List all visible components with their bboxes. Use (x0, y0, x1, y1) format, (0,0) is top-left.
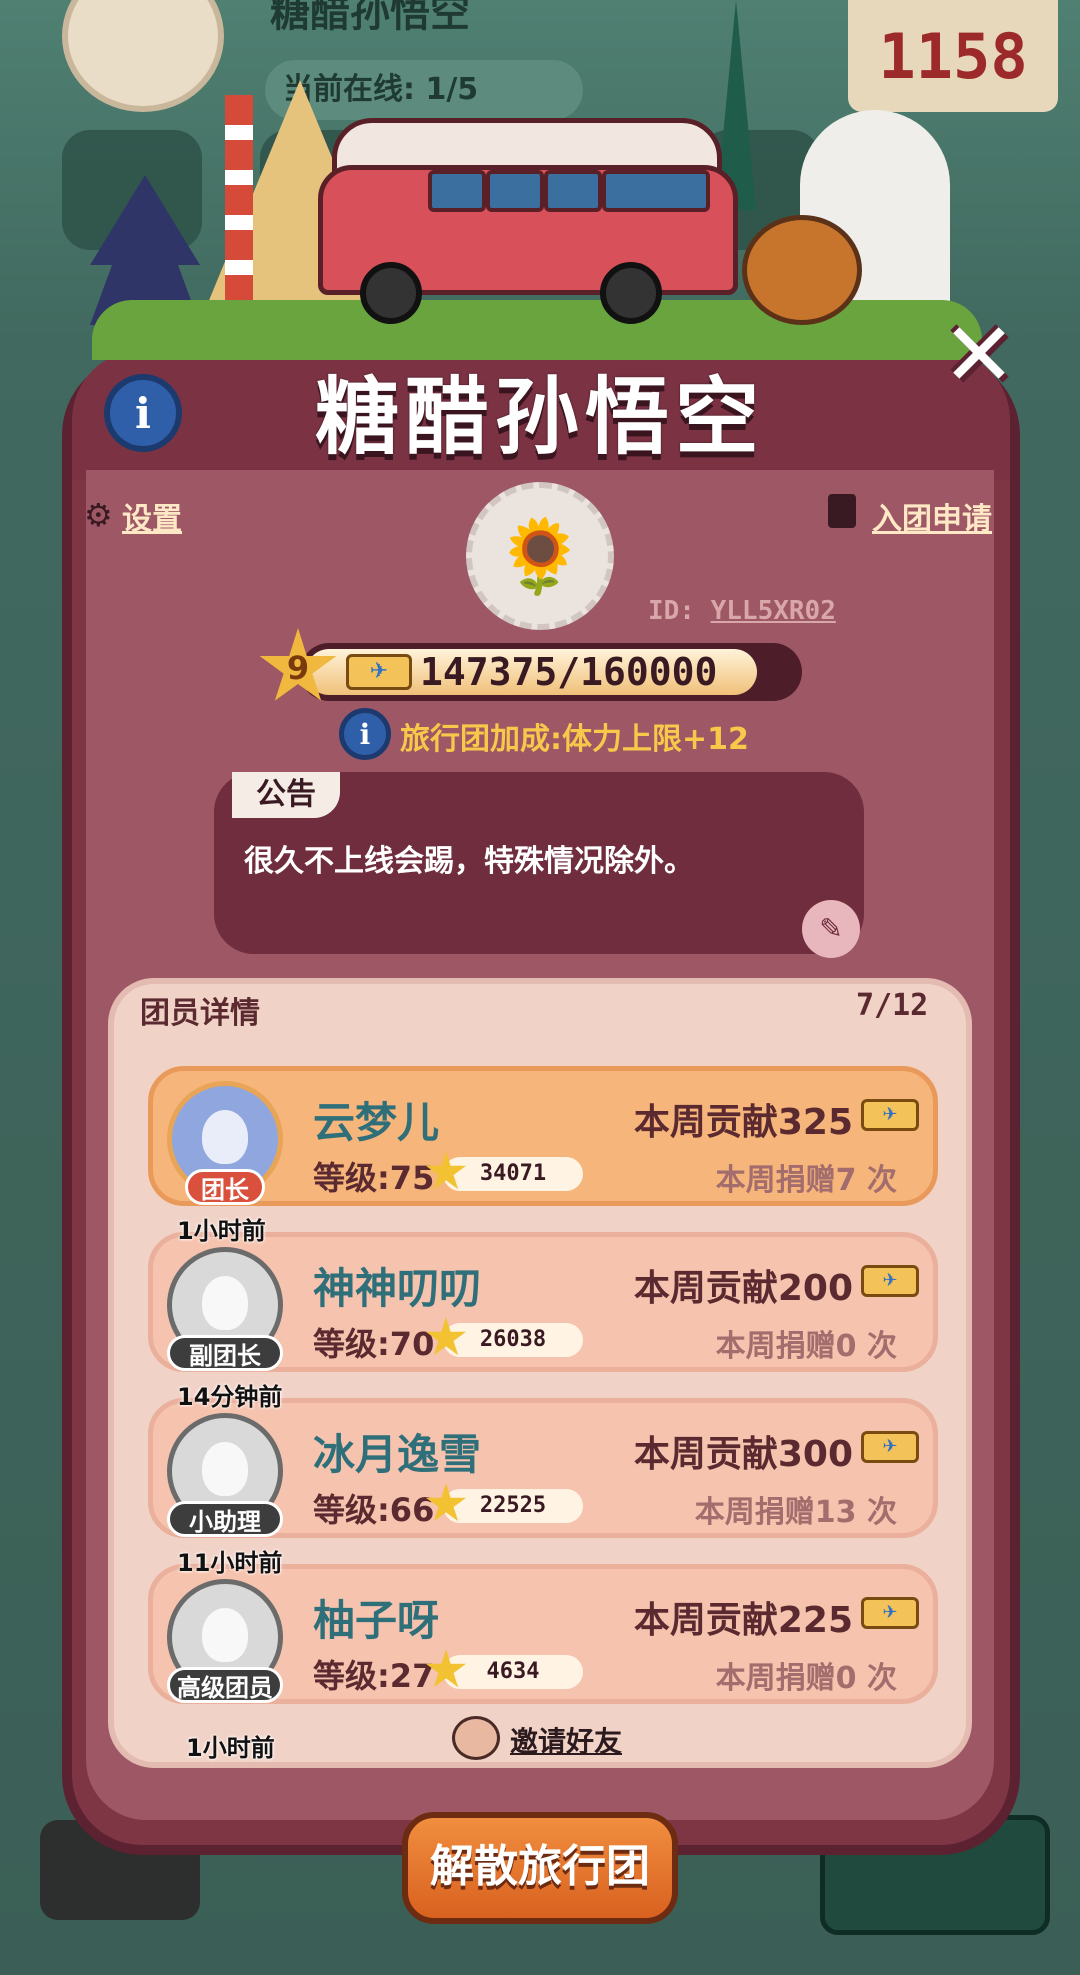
team-emblem-sunflower: 🌻 (466, 482, 614, 630)
van-window (602, 170, 710, 212)
member-row[interactable]: 高级团员 11小时前柚子呀等级:27 4634 本周贡献225 ✈ 本周捐赠0 次 (148, 1549, 938, 1704)
team-id-label: ID: (648, 596, 695, 626)
member-weekly-contribution: 本周贡献200 (633, 1268, 853, 1309)
members-title: 团员详情 (140, 996, 260, 1031)
member-name: 柚子呀 (313, 1596, 440, 1645)
member-level: 等级:75 (313, 1159, 435, 1197)
member-score: 34071 (443, 1157, 583, 1191)
avatar-face (202, 1442, 248, 1496)
member-last-seen: 1小时前 (177, 1217, 266, 1245)
disband-team-button[interactable]: 解散旅行团 (402, 1812, 678, 1924)
member-weekly-donation: 本周捐赠0 次 (715, 1329, 897, 1364)
info-icon[interactable]: i (104, 374, 182, 452)
avatar-face (202, 1110, 248, 1164)
member-row[interactable]: 团长 云梦儿等级:75 34071 本周贡献325 ✈ 本周捐赠7 次 (148, 1066, 938, 1206)
member-role-badge: 高级团员 (167, 1667, 283, 1703)
join-requests-link[interactable]: 入团申请 (872, 494, 992, 538)
member-name: 云梦儿 (313, 1098, 440, 1147)
avatar-face (202, 1608, 248, 1662)
tokyo-tower-illustration (225, 95, 253, 305)
van-window (486, 170, 544, 212)
member-score: 4634 (443, 1655, 583, 1689)
plane-ticket-icon: ✈ (861, 1597, 919, 1629)
member-level: 等级:66 (313, 1491, 435, 1529)
document-edit-icon[interactable] (828, 494, 856, 528)
van-wheel (600, 262, 662, 324)
member-weekly-contribution: 本周贡献325 (633, 1102, 853, 1143)
member-role-badge: 团长 (185, 1169, 265, 1205)
plane-ticket-icon: ✈ (861, 1265, 919, 1297)
team-progress-text: 147375/160000 (420, 650, 718, 694)
close-icon[interactable]: ✕ (936, 311, 1022, 399)
member-role-badge: 副团长 (167, 1335, 283, 1371)
announcement-tab: 公告 (232, 772, 340, 818)
pencil-icon[interactable]: ✎ (802, 900, 860, 958)
members-count: 7/12 (856, 988, 929, 1023)
settings-link[interactable]: 设置 (122, 494, 182, 538)
van-wheel (360, 262, 422, 324)
member-weekly-donation: 本周捐赠13 次 (694, 1495, 897, 1530)
member-role-badge: 小助理 (167, 1501, 283, 1537)
member-score: 26038 (443, 1323, 583, 1357)
member-weekly-contribution: 本周贡献300 (633, 1434, 853, 1475)
member-last-seen: 11小时前 (177, 1549, 283, 1577)
member-last-seen: 14分钟前 (177, 1383, 283, 1411)
plane-ticket-icon: ✈ (346, 654, 412, 690)
member-level: 等级:70 (313, 1325, 435, 1363)
background-title: 糖醋孙悟空 (270, 0, 470, 36)
team-id-value[interactable]: YLL5XR02 (711, 596, 836, 626)
member-name: 冰月逸雪 (313, 1430, 482, 1479)
member-level: 等级:27 (313, 1657, 435, 1695)
lion-illustration (742, 215, 862, 325)
add-friend-icon[interactable] (452, 1716, 500, 1760)
announcement-text: 很久不上线会踢，特殊情况除外。 (244, 844, 694, 879)
gear-icon[interactable]: ⚙ (84, 496, 113, 534)
invite-friends-link[interactable]: 邀请好友 (510, 1720, 622, 1760)
avatar-face (202, 1276, 248, 1330)
background-counter: 1158 (848, 0, 1058, 112)
team-id: ID: YLL5XR02 (648, 596, 836, 626)
member-name: 神神叨叨 (313, 1264, 482, 1313)
plane-ticket-icon: ✈ (861, 1431, 919, 1463)
team-bonus-text: 旅行团加成:体力上限+12 (400, 722, 749, 757)
info-icon[interactable]: i (339, 708, 391, 760)
member-weekly-donation: 本周捐赠0 次 (715, 1661, 897, 1696)
member-weekly-donation: 本周捐赠7 次 (715, 1163, 897, 1198)
member-row[interactable]: 小助理 14分钟前冰月逸雪等级:66 22525 本周贡献300 ✈ 本周捐赠13 次 (148, 1383, 938, 1538)
member-weekly-contribution: 本周贡献225 (633, 1600, 853, 1641)
van-window (544, 170, 602, 212)
member-score: 22525 (443, 1489, 583, 1523)
member-last-seen: 1小时前 (186, 1734, 275, 1762)
plane-ticket-icon: ✈ (861, 1099, 919, 1131)
member-row[interactable]: 副团长 1小时前神神叨叨等级:70 26038 本周贡献200 ✈ 本周捐赠0 次 (148, 1217, 938, 1372)
van-window (428, 170, 486, 212)
